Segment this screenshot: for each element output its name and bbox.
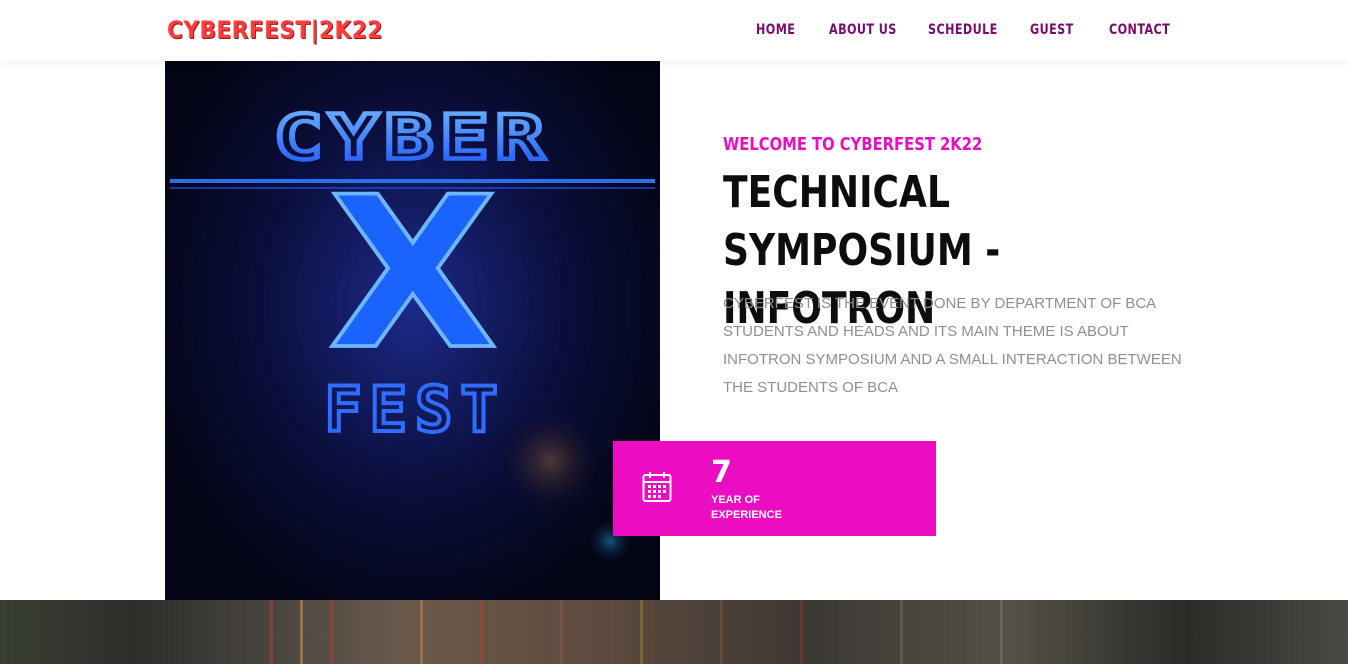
- nav-about-us[interactable]: ABOUT US: [829, 22, 897, 38]
- experience-badge: 7 YEAR OF EXPERIENCE: [613, 441, 936, 536]
- nav-contact[interactable]: CONTACT: [1109, 22, 1170, 38]
- experience-number: 7: [711, 455, 732, 490]
- calendar-icon: [642, 472, 672, 502]
- nav-schedule[interactable]: SCHEDULE: [928, 22, 998, 38]
- page-title-line-1: TECHNICAL SYMPOSIUM -: [723, 167, 1001, 276]
- image-title-fest: FEST: [324, 373, 505, 446]
- nav-guest[interactable]: GUEST: [1030, 22, 1074, 38]
- hero-image: CYBER X FEST: [165, 61, 660, 600]
- nav-home[interactable]: HOME: [756, 22, 795, 38]
- main-nav: HOME ABOUT US SCHEDULE GUEST CONTACT: [0, 22, 1348, 42]
- experience-label: YEAR OF EXPERIENCE: [711, 494, 782, 521]
- welcome-kicker: WELCOME TO CYBERFEST 2K22: [723, 134, 983, 155]
- event-description: CYBERFEST IS THE EVENT DONE BY DEPARTMEN…: [723, 295, 1182, 396]
- image-title-x: X: [328, 152, 498, 396]
- site-header: CYBERFEST|2K22 HOME ABOUT US SCHEDULE GU…: [0, 0, 1348, 61]
- next-section-banner: [0, 600, 1348, 664]
